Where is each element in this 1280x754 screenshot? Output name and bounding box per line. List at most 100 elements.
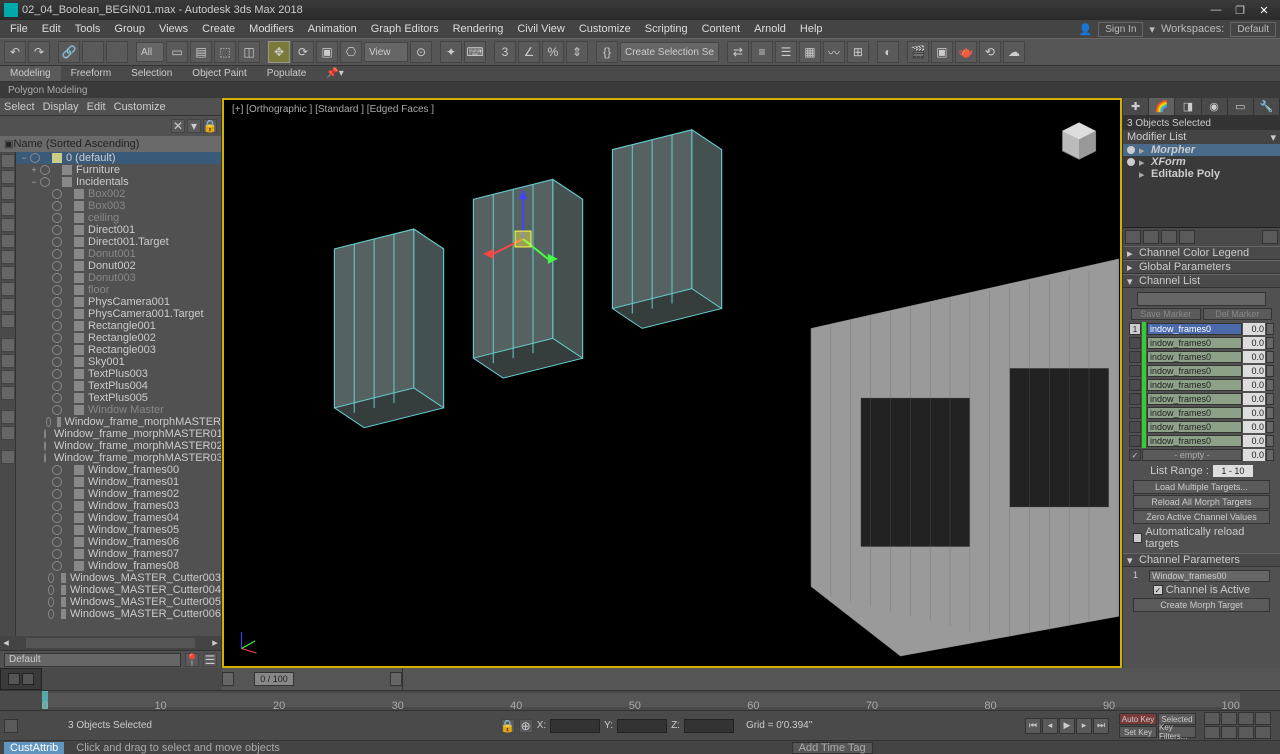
channel-row[interactable]: indow_frames00.0 bbox=[1129, 392, 1274, 406]
setkey-button[interactable]: Set Key bbox=[1119, 726, 1157, 738]
filter-helpers-icon[interactable] bbox=[1, 218, 15, 232]
scene-node[interactable]: TextPlus003 bbox=[16, 368, 221, 380]
window-crossing-button[interactable]: ◫ bbox=[238, 41, 260, 63]
channel-value[interactable]: 0.0 bbox=[1243, 407, 1265, 419]
channel-checkbox[interactable] bbox=[1129, 379, 1141, 391]
channel-value[interactable]: 0.0 bbox=[1243, 337, 1265, 349]
visibility-icon[interactable] bbox=[52, 333, 62, 343]
scene-node[interactable]: PhysCamera001 bbox=[16, 296, 221, 308]
scene-node[interactable]: TextPlus005 bbox=[16, 392, 221, 404]
bulb-icon[interactable] bbox=[1127, 158, 1135, 166]
visibility-icon[interactable] bbox=[52, 321, 62, 331]
channel-row[interactable]: indow_frames00.0 bbox=[1129, 364, 1274, 378]
cmd-tab-motion[interactable]: ◉ bbox=[1202, 98, 1228, 115]
scene-node[interactable]: Windows_MASTER_Cutter006 bbox=[16, 608, 221, 620]
channel-value[interactable]: 0.0 bbox=[1243, 365, 1265, 377]
menu-tools[interactable]: Tools bbox=[69, 23, 107, 35]
scene-node[interactable]: Window_frame_morphMASTER01 bbox=[16, 428, 221, 440]
percent-snap-button[interactable]: % bbox=[542, 41, 564, 63]
filter-all-icon[interactable] bbox=[1, 354, 15, 368]
menu-edit[interactable]: Edit bbox=[36, 23, 67, 35]
spinner-snap-button[interactable]: ⇕ bbox=[566, 41, 588, 63]
menu-scripting[interactable]: Scripting bbox=[639, 23, 694, 35]
script-min-icon[interactable] bbox=[8, 673, 20, 685]
create-morph-button[interactable]: Create Morph Target bbox=[1133, 598, 1270, 612]
channel-empty-slot[interactable]: - empty - bbox=[1142, 449, 1242, 461]
signin-dropdown-icon[interactable]: ▾ bbox=[1149, 23, 1155, 36]
scene-node[interactable]: Window_frames03 bbox=[16, 500, 221, 512]
orbit-icon[interactable] bbox=[1238, 726, 1254, 739]
channel-slot[interactable]: indow_frames0 bbox=[1147, 365, 1242, 377]
visibility-icon[interactable] bbox=[52, 561, 62, 571]
scene-node[interactable]: Donut003 bbox=[16, 272, 221, 284]
visibility-icon[interactable] bbox=[52, 369, 62, 379]
scene-sort-header[interactable]: ▣ Name (Sorted Ascending) bbox=[0, 136, 221, 152]
named-selection-dropdown[interactable]: Create Selection Se bbox=[620, 42, 719, 62]
spinner-icon[interactable] bbox=[1266, 393, 1274, 405]
coord-y-field[interactable] bbox=[617, 719, 667, 733]
scene-node[interactable]: Window_frames00 bbox=[16, 464, 221, 476]
timeslider-knob[interactable]: 0 / 100 bbox=[254, 672, 294, 686]
scene-node[interactable]: Direct001 bbox=[16, 224, 221, 236]
channel-checkbox[interactable]: ✓ bbox=[1129, 449, 1141, 461]
filter-geometry-icon[interactable] bbox=[1, 154, 15, 168]
visibility-icon[interactable] bbox=[52, 381, 62, 391]
visibility-icon[interactable] bbox=[48, 597, 54, 607]
scene-node[interactable]: Window_frames01 bbox=[16, 476, 221, 488]
ribbon-tab-selection[interactable]: Selection bbox=[121, 66, 182, 81]
ribbon-pin-icon[interactable]: 📌▾ bbox=[316, 66, 353, 81]
menu-group[interactable]: Group bbox=[108, 23, 151, 35]
menu-grapheditors[interactable]: Graph Editors bbox=[365, 23, 445, 35]
scene-node[interactable]: ceiling bbox=[16, 212, 221, 224]
visibility-icon[interactable] bbox=[52, 309, 62, 319]
visibility-icon[interactable] bbox=[48, 609, 54, 619]
zero-channels-button[interactable]: Zero Active Channel Values bbox=[1133, 510, 1270, 524]
visibility-icon[interactable] bbox=[52, 213, 62, 223]
filter-cameras-icon[interactable] bbox=[1, 202, 15, 216]
visibility-icon[interactable] bbox=[48, 573, 54, 583]
visibility-icon[interactable] bbox=[52, 525, 62, 535]
visibility-icon[interactable] bbox=[52, 249, 62, 259]
channel-row[interactable]: 1indow_frames00.0 bbox=[1129, 322, 1274, 336]
signin-button[interactable]: Sign In bbox=[1098, 22, 1143, 37]
scene-node[interactable]: Window_frames07 bbox=[16, 548, 221, 560]
viewport-label[interactable]: [+] [Orthographic ] [Standard ] [Edged F… bbox=[232, 104, 434, 115]
channel-slot[interactable]: indow_frames0 bbox=[1147, 351, 1242, 363]
menu-help[interactable]: Help bbox=[794, 23, 829, 35]
del-marker-button[interactable]: Del Marker bbox=[1203, 308, 1273, 320]
timeslider-track[interactable]: 0 / 100 bbox=[222, 668, 402, 690]
filter-bone-icon[interactable] bbox=[1, 282, 15, 296]
render-frame-button[interactable]: ▣ bbox=[931, 41, 953, 63]
channel-slot[interactable]: indow_frames0 bbox=[1147, 323, 1242, 335]
unlink-button[interactable] bbox=[82, 41, 104, 63]
maximize-button[interactable]: ❐ bbox=[1228, 2, 1252, 18]
schematic-button[interactable]: ⊞ bbox=[847, 41, 869, 63]
scene-node[interactable]: Rectangle002 bbox=[16, 332, 221, 344]
channel-marker-dropdown[interactable] bbox=[1137, 292, 1266, 306]
scene-node[interactable]: Window Master bbox=[16, 404, 221, 416]
selected-button[interactable]: Selected bbox=[1158, 713, 1196, 725]
mirror-button[interactable]: ⇄ bbox=[727, 41, 749, 63]
channel-slot[interactable]: indow_frames0 bbox=[1147, 337, 1242, 349]
render-online-button[interactable]: ☁ bbox=[1003, 41, 1025, 63]
link-button[interactable]: 🔗 bbox=[58, 41, 80, 63]
zoom-extents-icon[interactable] bbox=[1238, 712, 1254, 725]
filter-containers-icon[interactable] bbox=[1, 298, 15, 312]
material-editor-button[interactable]: ◐ bbox=[877, 41, 899, 63]
scene-node[interactable]: Box002 bbox=[16, 188, 221, 200]
menu-civilview[interactable]: Civil View bbox=[511, 23, 570, 35]
script-listener-label[interactable]: CustAttrib bbox=[4, 742, 64, 754]
menu-content[interactable]: Content bbox=[696, 23, 747, 35]
channel-checkbox[interactable] bbox=[1129, 365, 1141, 377]
scene-node[interactable]: floor bbox=[16, 284, 221, 296]
pivot-button[interactable]: ⊙ bbox=[410, 41, 432, 63]
next-frame-icon[interactable] bbox=[390, 672, 402, 686]
rollout-channel-params[interactable]: ▾Channel Parameters bbox=[1123, 553, 1280, 567]
channel-slot[interactable]: indow_frames0 bbox=[1147, 393, 1242, 405]
channel-slot[interactable]: indow_frames0 bbox=[1147, 435, 1242, 447]
visibility-icon[interactable] bbox=[52, 393, 62, 403]
visibility-icon[interactable] bbox=[52, 189, 62, 199]
render-iterate-button[interactable]: ⟲ bbox=[979, 41, 1001, 63]
ribbon-tab-freeform[interactable]: Freeform bbox=[61, 66, 122, 81]
channel-name-field[interactable]: Window_frames00 bbox=[1149, 570, 1270, 582]
